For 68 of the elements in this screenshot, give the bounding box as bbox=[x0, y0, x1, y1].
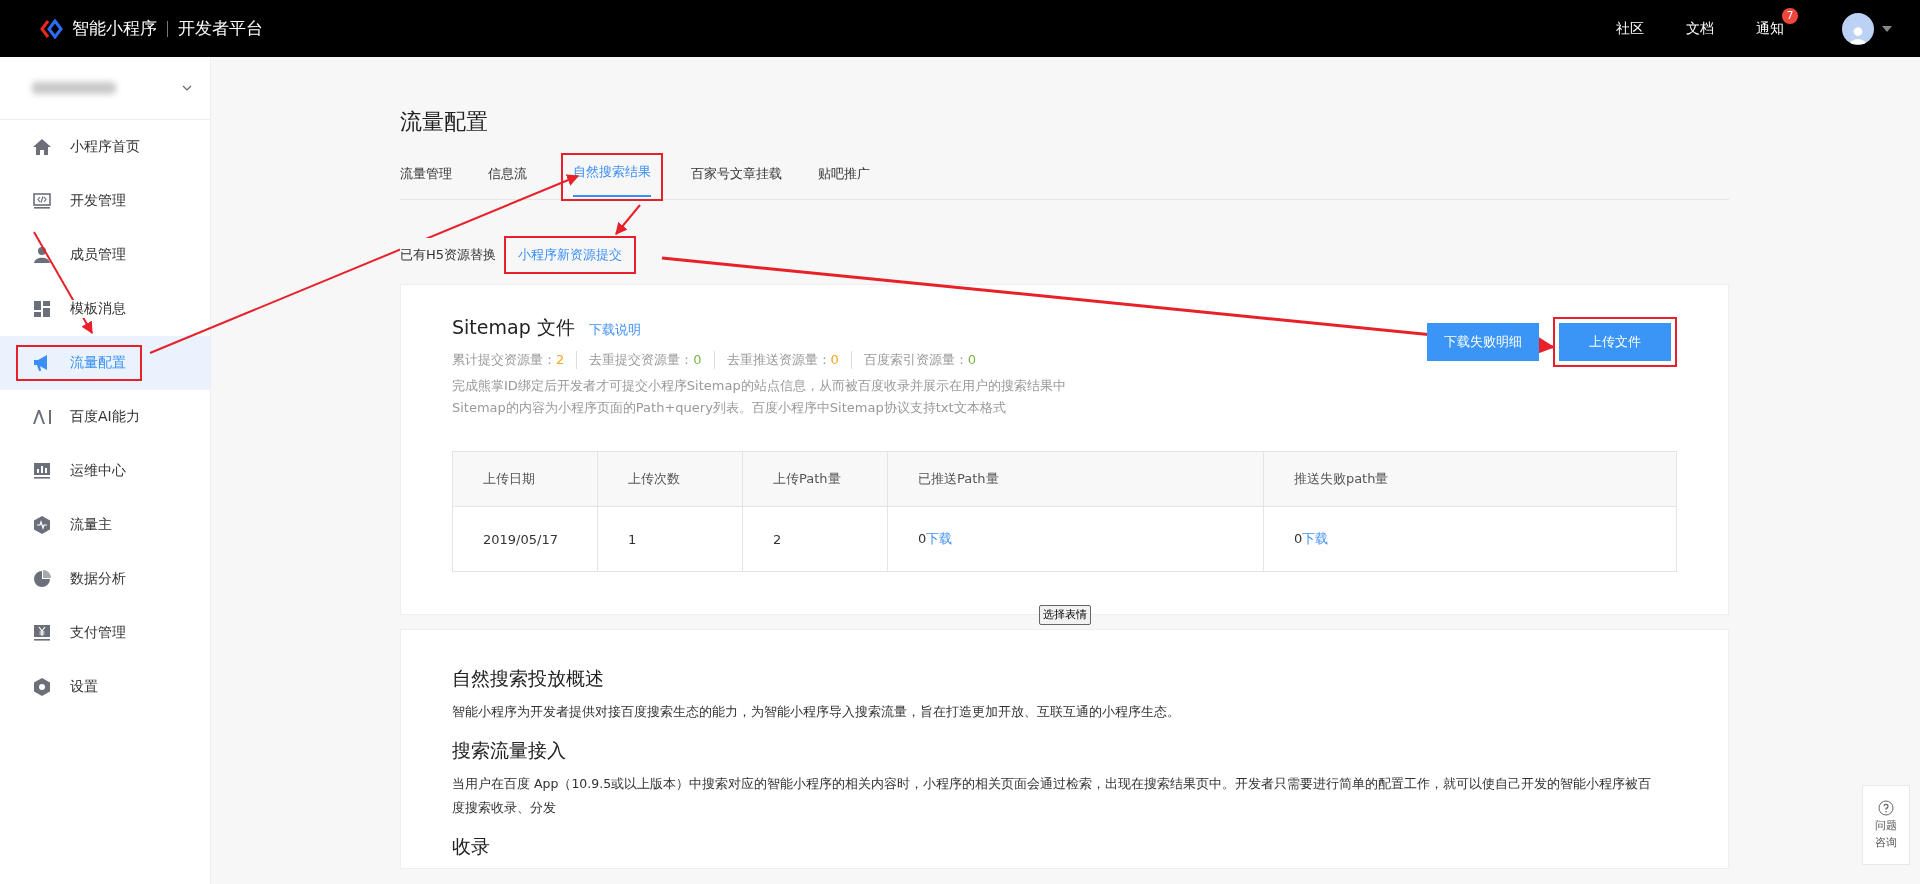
platform-title: 开发者平台 bbox=[178, 17, 263, 40]
tab[interactable]: 流量管理 bbox=[400, 165, 458, 199]
description-text: 完成熊掌ID绑定后开发者才可提交小程序Sitemap的站点信息，从而被百度收录并展示在用户的搜索结果中 bbox=[452, 377, 1066, 395]
logo-text: 智能小程序 bbox=[72, 17, 157, 40]
table-cell: 0 bbox=[1293, 531, 1303, 546]
caret-icon[interactable] bbox=[1882, 25, 1892, 32]
tab[interactable]: 百家号文章挂载 bbox=[691, 165, 788, 199]
annotation-arrow bbox=[615, 204, 641, 235]
grid-icon bbox=[32, 299, 52, 319]
column-header: 上传次数 bbox=[597, 451, 743, 507]
stat-value: 0 bbox=[830, 352, 839, 367]
sidebar-item[interactable]: 成员管理 bbox=[0, 228, 210, 282]
nav-link[interactable]: 文档 bbox=[1686, 19, 1714, 38]
tooltip: 选择表情 bbox=[1038, 605, 1091, 625]
nav-link[interactable]: 社区 bbox=[1616, 19, 1644, 38]
pie-chart-icon bbox=[32, 569, 52, 589]
download-link[interactable]: 下载 bbox=[1302, 531, 1329, 546]
ai-icon bbox=[32, 407, 52, 427]
section-heading: 搜索流量接入 bbox=[452, 738, 567, 763]
sidebar-item[interactable]: 设置 bbox=[0, 660, 210, 714]
sidebar-item[interactable]: 开发管理 bbox=[0, 174, 210, 228]
sidebar-item[interactable]: 流量主 bbox=[0, 498, 210, 552]
tab[interactable]: 信息流 bbox=[488, 165, 533, 199]
sidebar-item[interactable]: 百度AI能力 bbox=[0, 390, 210, 444]
sidebar-item[interactable]: 运维中心 bbox=[0, 444, 210, 498]
column-header: 已推送Path量 bbox=[887, 451, 1264, 507]
avatar[interactable] bbox=[1842, 12, 1874, 45]
section-heading: 收录 bbox=[452, 834, 491, 859]
stat-value: 0 bbox=[693, 352, 702, 367]
stat-label: 百度索引资源量： bbox=[863, 352, 968, 367]
tab[interactable]: 贴吧推广 bbox=[818, 165, 876, 199]
sidebar-item[interactable]: 小程序首页 bbox=[0, 120, 210, 174]
chevron-down-icon bbox=[182, 85, 192, 91]
help-button[interactable]: 问题 咨询 bbox=[1862, 785, 1910, 865]
stat-label: 去重推送资源量： bbox=[726, 352, 831, 367]
yen-icon bbox=[32, 623, 52, 643]
settings-icon bbox=[32, 677, 52, 697]
description-text: Sitemap的内容为小程序页面的Path+query列表。百度小程序中Sitemap协议支持txt文本格式 bbox=[452, 399, 1007, 417]
home-icon bbox=[32, 137, 52, 157]
section-heading: 自然搜索投放概述 bbox=[452, 666, 605, 691]
sidebar-item[interactable]: 模板消息 bbox=[0, 282, 210, 336]
stat-label: 去重提交资源量： bbox=[589, 352, 694, 367]
column-header: 上传Path量 bbox=[742, 451, 888, 507]
section-title: Sitemap 文件 bbox=[452, 315, 575, 340]
nav-link[interactable]: 通知 bbox=[1756, 19, 1784, 38]
person-icon bbox=[32, 245, 52, 265]
question-icon bbox=[1878, 800, 1894, 816]
table-cell: 0 bbox=[918, 531, 927, 546]
table-cell: 2019/05/17 bbox=[483, 531, 558, 547]
bar-chart-icon bbox=[32, 461, 52, 481]
pulse-icon bbox=[32, 515, 52, 535]
download-link[interactable]: 下载 bbox=[926, 531, 953, 546]
stat-value: 2 bbox=[556, 352, 565, 367]
page-title: 流量配置 bbox=[400, 108, 489, 136]
column-header: 推送失败path量 bbox=[1263, 451, 1677, 507]
paragraph: 智能小程序为开发者提供对接百度搜索生态的能力，为智能小程序导入搜索流量，旨在打造更加开放、互联互通的小程序生态。 bbox=[452, 703, 1181, 721]
column-header: 上传日期 bbox=[452, 451, 598, 507]
table-cell: 1 bbox=[628, 531, 637, 547]
download-guide-link[interactable]: 下载说明 bbox=[588, 321, 641, 339]
stat-value: 0 bbox=[967, 352, 977, 367]
sidebar-item[interactable]: 支付管理 bbox=[0, 606, 210, 660]
logo-icon bbox=[40, 18, 64, 39]
sidebar-item[interactable]: 数据分析 bbox=[0, 552, 210, 606]
code-icon bbox=[32, 191, 52, 211]
stat-label: 累计提交资源量： bbox=[452, 352, 556, 367]
notification-badge: 7 bbox=[1782, 7, 1798, 24]
table-cell: 2 bbox=[773, 531, 782, 547]
paragraph: 当用户在百度 App（10.9.5或以上版本）中搜索对应的智能小程序的相关内容时，小程序的相关页面会通过检索，出现在搜索结果页中。开发者只需要进行简单的配置工作，就可以使自己开发的智能小程序被百度搜索收录、分发 bbox=[452, 775, 1652, 817]
